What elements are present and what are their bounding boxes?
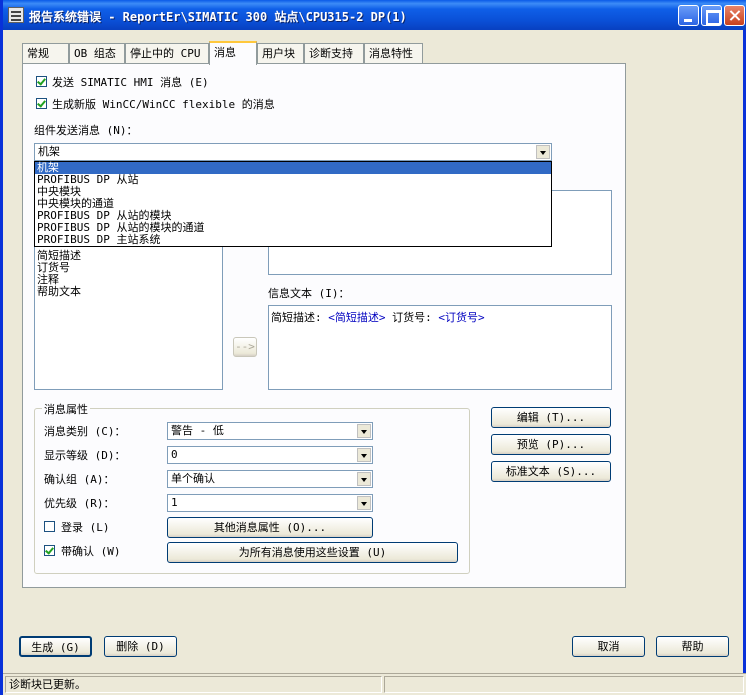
priority-select[interactable]: 1 [167,494,373,512]
new-wincc-label: 生成新版 WinCC/WinCC flexible 的消息 [52,98,275,111]
chevron-down-icon[interactable] [357,424,371,438]
generate-button[interactable]: 生成 (G) [19,636,92,657]
chevron-down-icon[interactable] [357,496,371,510]
dialog-window: 报告系统错误 - ReportEr\SIMATIC 300 站点\CPU315-… [0,0,746,695]
info-text-label: 信息文本 (I)： [268,287,350,300]
component-dropdown-list[interactable]: 机架 PROFIBUS DP 从站 中央模块 中央模块的通道 PROFIBUS … [34,161,552,247]
ack-group-value: 单个确认 [171,472,215,485]
list-item[interactable]: 订货号 [35,262,222,274]
delete-button[interactable]: 删除 (D) [104,636,177,657]
help-button[interactable]: 帮助 [656,636,729,657]
close-button[interactable] [724,5,745,26]
tab-cpu-in-stop[interactable]: 停止中的 CPU [125,43,209,64]
field-list[interactable]: 简短描述 订货号 注释 帮助文本 [34,246,223,390]
dropdown-option[interactable]: PROFIBUS DP 主站系统 [35,234,551,246]
window-title: 报告系统错误 - ReportEr\SIMATIC 300 站点\CPU315-… [29,10,407,24]
display-level-select[interactable]: 0 [167,446,373,464]
dropdown-option[interactable]: PROFIBUS DP 从站 [35,174,551,186]
preview-button[interactable]: 预览 (P)... [491,434,611,455]
display-level-value: 0 [171,448,178,461]
chevron-down-icon[interactable] [536,145,550,159]
status-pane-right [384,676,744,693]
msg-class-value: 警告 - 低 [171,424,224,437]
other-properties-button[interactable]: 其他消息属性 (O)... [167,517,373,538]
send-hmi-label: 发送 SIMATIC HMI 消息 (E) [52,76,209,89]
chevron-down-icon[interactable] [357,472,371,486]
component-label: 组件发送消息 (N)： [34,124,138,137]
component-select[interactable]: 机架 [34,143,552,161]
edit-button[interactable]: 编辑 (T)... [491,407,611,428]
apply-all-button[interactable]: 为所有消息使用这些设置 (U) [167,542,458,563]
message-properties-title: 消息属性 [42,401,90,417]
tab-user-block[interactable]: 用户块 [257,43,304,64]
priority-value: 1 [171,496,178,509]
new-wincc-checkbox[interactable] [36,98,47,109]
cancel-button[interactable]: 取消 [572,636,645,657]
chevron-down-icon[interactable] [357,448,371,462]
info-text-box[interactable]: 简短描述: <简短描述> 订货号: <订货号> [268,305,612,390]
priority-label: 优先级 (R)： [44,497,115,510]
tab-general[interactable]: 常规 [22,43,69,64]
tab-message-properties[interactable]: 消息特性 [364,43,423,64]
status-bar: 诊断块已更新。 [3,673,746,695]
app-icon [8,7,24,23]
msg-class-label: 消息类别 (C)： [44,425,126,438]
with-ack-label: 带确认 (W) [61,545,121,558]
info-text-part: 简短描述: [271,311,329,324]
status-text: 诊断块已更新。 [5,676,382,693]
component-select-value: 机架 [38,145,60,158]
insert-field-button[interactable]: --> [233,337,257,357]
tab-ob-config[interactable]: OB 组态 [69,43,125,64]
title-bar: 报告系统错误 - ReportEr\SIMATIC 300 站点\CPU315-… [3,0,746,30]
display-level-label: 显示等级 (D)： [44,449,126,462]
tab-messages[interactable]: 消息 [209,41,257,65]
info-text-part: 订货号: [385,311,439,324]
ack-group-label: 确认组 (A)： [44,473,115,486]
maximize-button[interactable] [701,5,722,26]
list-item[interactable]: 帮助文本 [35,286,222,298]
msg-class-select[interactable]: 警告 - 低 [167,422,373,440]
info-text-tag: <订货号> [438,311,485,324]
log-label: 登录 (L) [61,521,110,534]
with-ack-checkbox[interactable] [44,545,55,556]
send-hmi-checkbox[interactable] [36,76,47,87]
tab-diagnostic-support[interactable]: 诊断支持 [304,43,364,64]
log-checkbox[interactable] [44,521,55,532]
info-text-tag: <简短描述> [328,311,386,324]
ack-group-select[interactable]: 单个确认 [167,470,373,488]
minimize-button[interactable] [678,5,699,26]
standard-text-button[interactable]: 标准文本 (S)... [491,461,611,482]
